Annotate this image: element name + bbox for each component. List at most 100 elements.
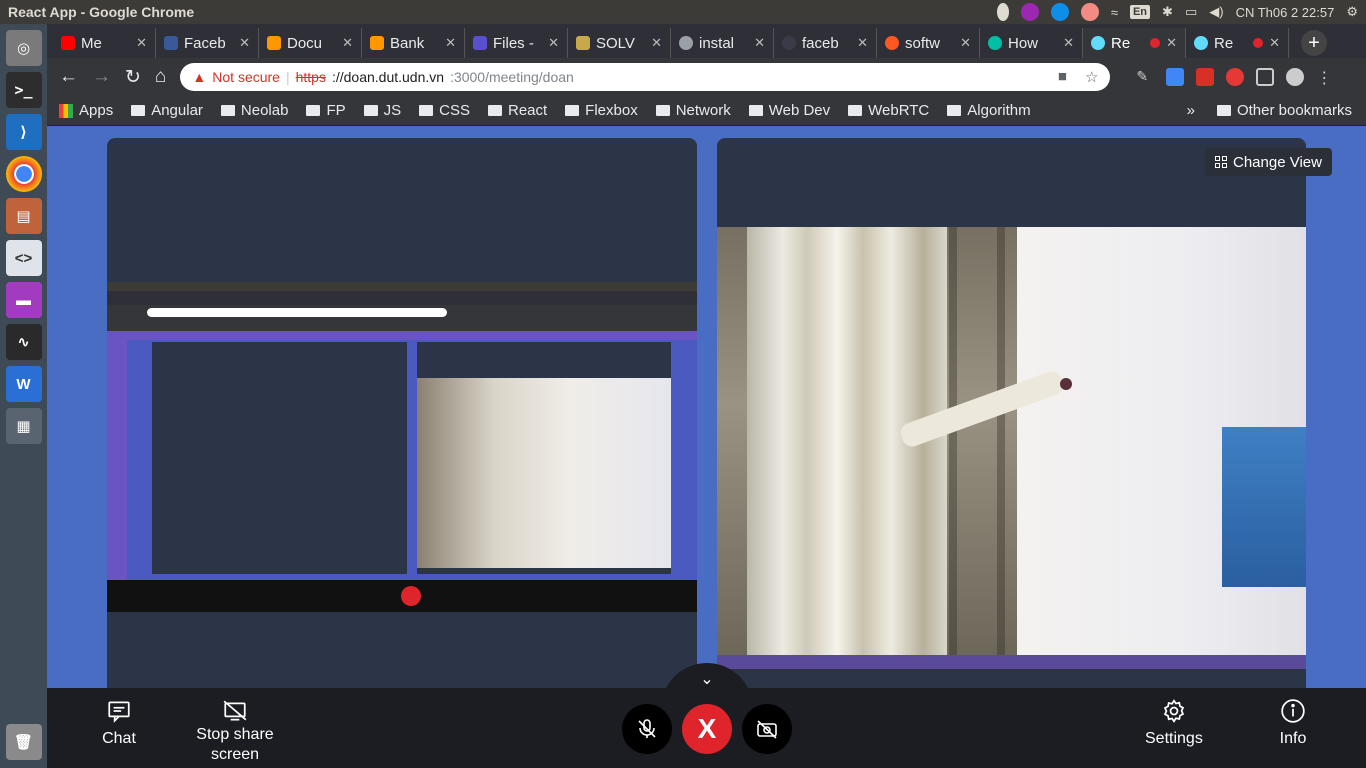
workspace-icon[interactable]: ▦	[5, 408, 42, 444]
close-icon[interactable]: ✕	[136, 35, 147, 51]
close-icon[interactable]: ✕	[342, 35, 353, 51]
tab-facebook[interactable]: Faceb ✕	[156, 28, 259, 58]
bookmark-folder[interactable]: Neolab	[220, 102, 288, 119]
nested-end-call-icon	[401, 586, 421, 606]
camera-shelf	[1222, 427, 1306, 587]
bookmark-folder[interactable]: Angular	[131, 102, 203, 119]
notification-icon[interactable]	[1080, 3, 1099, 21]
firefox-icon[interactable]	[1020, 3, 1039, 21]
tab-files[interactable]: Files - ✕	[465, 28, 568, 58]
menu-icon[interactable]: ⋮	[1316, 68, 1332, 87]
stop-hand-icon[interactable]	[1226, 68, 1245, 86]
files-icon	[473, 36, 487, 50]
tab-label: SOLV	[596, 34, 635, 52]
end-call-button[interactable]: X	[682, 704, 732, 754]
tab-label: softw	[905, 34, 941, 52]
teamviewer-icon[interactable]	[1050, 3, 1069, 21]
change-view-button[interactable]: Change View	[1205, 148, 1332, 176]
close-icon[interactable]: ✕	[1166, 35, 1177, 51]
mute-mic-button[interactable]	[622, 704, 672, 754]
bookmark-folder[interactable]: Network	[655, 102, 731, 119]
language-indicator[interactable]: En	[1129, 5, 1151, 19]
close-icon[interactable]: ✕	[548, 35, 559, 51]
bookmark-folder[interactable]: CSS	[419, 102, 470, 119]
bookmark-other[interactable]: » Other bookmarks	[1187, 102, 1366, 119]
tab-youtube[interactable]: Me ✕	[53, 28, 156, 58]
bookmark-apps[interactable]: Apps	[59, 102, 113, 119]
tab-react-app[interactable]: Re ✕	[1186, 28, 1289, 58]
bluetooth-icon[interactable]: ✱	[1162, 4, 1173, 20]
tab-bank[interactable]: Bank ✕	[362, 28, 465, 58]
back-icon[interactable]: ←	[59, 66, 78, 88]
close-icon[interactable]: ✕	[754, 35, 765, 51]
bookmark-folder[interactable]: Flexbox	[565, 102, 638, 119]
code-editor-icon[interactable]: <>	[5, 240, 42, 276]
battery-icon[interactable]: ▭	[1185, 4, 1197, 20]
forward-icon[interactable]: →	[92, 66, 111, 88]
purple-app-icon[interactable]: ▬	[5, 282, 42, 318]
close-icon[interactable]: ✕	[651, 35, 662, 51]
files-icon[interactable]: ▤	[5, 198, 42, 234]
stop-share-screen-button[interactable]: Stop share screen	[187, 698, 283, 764]
close-icon[interactable]: ✕	[960, 35, 971, 51]
volume-icon[interactable]: ◀)	[1209, 4, 1223, 20]
camera-icon[interactable]: ■	[1058, 68, 1067, 86]
tab-facebook-2[interactable]: faceb ✕	[774, 28, 877, 58]
bookmark-folder[interactable]: FP	[306, 102, 346, 119]
trash-icon[interactable]: 🗑	[5, 724, 42, 760]
bookmark-folder[interactable]: Algorithm	[947, 102, 1031, 119]
youtube-icon	[61, 36, 75, 50]
folder-icon	[363, 105, 378, 116]
lightbulb-icon[interactable]	[996, 3, 1009, 21]
home-icon[interactable]: ⌂	[155, 66, 166, 88]
bookmark-folder[interactable]: JS	[363, 102, 401, 119]
close-icon[interactable]: ✕	[1063, 35, 1074, 51]
camera-wall-hook	[1060, 378, 1072, 390]
cors-icon[interactable]	[1196, 68, 1215, 86]
folder-icon	[487, 105, 502, 116]
writer-icon[interactable]: W	[5, 366, 42, 402]
tab-docs[interactable]: Docu ✕	[259, 28, 362, 58]
warning-icon[interactable]: ▲	[192, 69, 206, 85]
close-icon[interactable]: ✕	[1269, 35, 1280, 51]
bookmark-label: Algorithm	[967, 102, 1031, 119]
bookmark-folder[interactable]: WebRTC	[848, 102, 929, 119]
settings-button[interactable]: Settings	[1145, 698, 1203, 748]
address-bar[interactable]: ▲ Not secure | https://doan.dut.udn.vn:3…	[180, 63, 1111, 91]
chat-icon	[108, 701, 130, 723]
tab-install[interactable]: instal ✕	[671, 28, 774, 58]
wifi-icon[interactable]: ≈	[1111, 5, 1118, 20]
tab-solve[interactable]: SOLV ✕	[568, 28, 671, 58]
reload-icon[interactable]: ↻	[125, 66, 141, 89]
terminal-icon[interactable]: >_	[5, 72, 42, 108]
camera-off-button[interactable]	[742, 704, 792, 754]
close-icon[interactable]: ✕	[445, 35, 456, 51]
vscode-icon[interactable]: ⟩	[5, 114, 42, 150]
tab-label: Re	[1214, 34, 1234, 52]
bookmark-folder[interactable]: React	[487, 102, 547, 119]
chrome-icon[interactable]	[5, 156, 42, 192]
tab-react-app-active[interactable]: Re ✕	[1083, 28, 1186, 58]
tab-label: Re	[1111, 34, 1131, 52]
bookmark-folder[interactable]: Web Dev	[748, 102, 830, 119]
info-button[interactable]: Info	[1275, 698, 1311, 748]
translate-icon[interactable]	[1166, 68, 1185, 86]
tab-manager-icon[interactable]	[1256, 68, 1275, 86]
folder-icon	[655, 105, 670, 116]
ubuntu-icon[interactable]: ◎	[5, 30, 42, 66]
clock[interactable]: CN Th06 2 22:57	[1236, 5, 1335, 20]
close-icon[interactable]: ✕	[239, 35, 250, 51]
system-monitor-icon[interactable]: ∿	[5, 324, 42, 360]
music-icon[interactable]	[1286, 68, 1305, 86]
security-label[interactable]: Not secure	[212, 69, 280, 85]
tab-software[interactable]: softw ✕	[877, 28, 980, 58]
tab-how[interactable]: How ✕	[980, 28, 1083, 58]
close-icon[interactable]: ✕	[857, 35, 868, 51]
chat-button[interactable]: Chat	[95, 698, 143, 748]
gear-icon[interactable]: ⚙	[1346, 4, 1358, 20]
eyedropper-icon[interactable]: ✎	[1136, 68, 1154, 86]
star-icon[interactable]: ☆	[1085, 68, 1098, 86]
bookmark-overflow-icon[interactable]: »	[1187, 102, 1195, 119]
new-tab-button[interactable]: +	[1301, 30, 1327, 56]
info-label: Info	[1279, 730, 1307, 747]
